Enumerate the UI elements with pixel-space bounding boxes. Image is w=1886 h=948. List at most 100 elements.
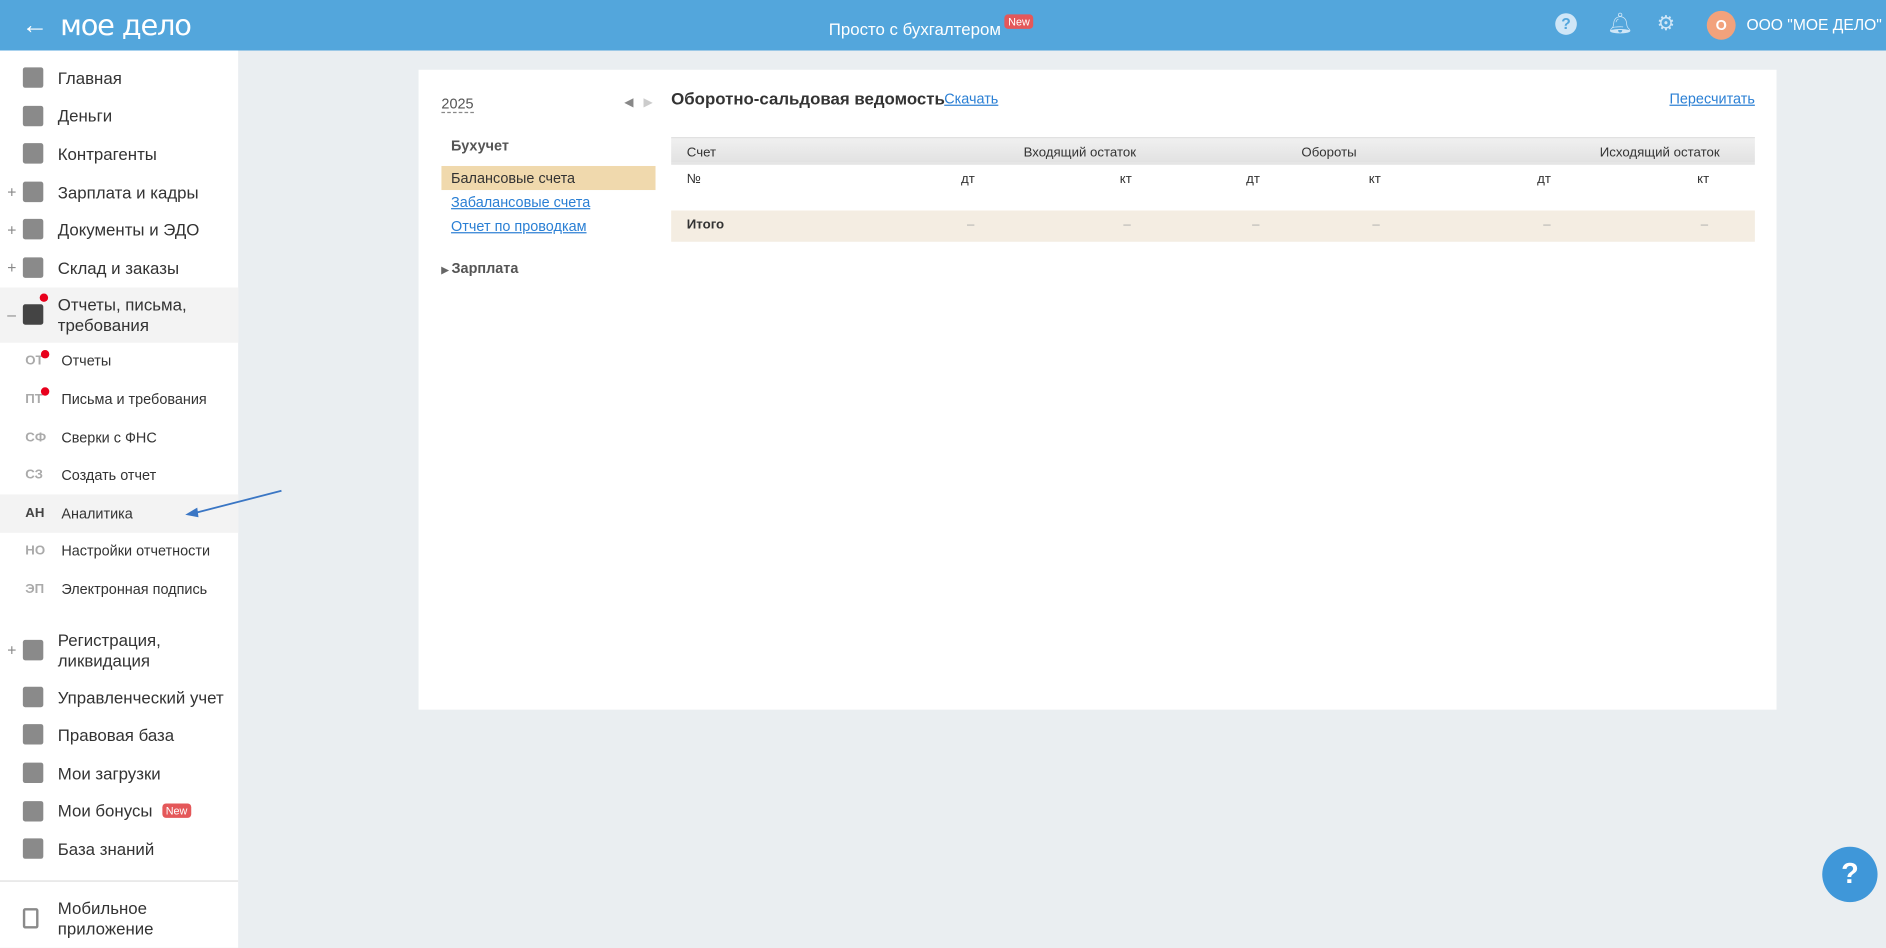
help-chat-button[interactable]: ?: [1822, 846, 1878, 903]
help-icon[interactable]: ?: [1555, 13, 1577, 35]
bell-icon[interactable]: 🔔︎: [1607, 13, 1633, 35]
value: –: [1372, 217, 1380, 233]
new-badge: New: [162, 803, 191, 819]
top-bar: ← мое дело Просто с бухгалтером New ? 🔔︎ …: [0, 0, 1886, 51]
prev-year-icon[interactable]: ◀: [624, 96, 633, 109]
subitem-e-signature[interactable]: ЭП Электронная подпись: [0, 570, 238, 608]
sidebar-item-mobile-app[interactable]: Мобильное приложение: [0, 891, 238, 946]
col-dt: дт: [1246, 172, 1260, 187]
collapse-icon[interactable]: –: [7, 304, 16, 324]
col-dt: дт: [961, 172, 975, 187]
gift-icon: [22, 800, 44, 821]
label: Документы и ЭДО: [57, 220, 200, 240]
abbr: ЭП: [25, 582, 45, 597]
subitem-letters[interactable]: ПТ Письма и требования: [0, 380, 238, 418]
sidebar-item-documents[interactable]: + Документы и ЭДО: [0, 211, 238, 249]
sidebar-item-home[interactable]: Главная: [0, 59, 238, 97]
next-year-icon[interactable]: ▶: [643, 96, 652, 109]
table-subheader: № дт кт дт кт дт кт: [671, 165, 1755, 211]
col-kt: кт: [1697, 172, 1710, 187]
avatar[interactable]: О: [1706, 10, 1736, 40]
recalculate-link[interactable]: Пересчитать: [1669, 90, 1754, 107]
sidebar-item-legal[interactable]: Правовая база: [0, 716, 238, 754]
sidebar-item-bonuses[interactable]: Мои бонусы New: [0, 792, 238, 830]
label: Отчеты: [61, 352, 112, 370]
report-panel: 2025 ◀ ▶ Бухучет Балансовые счета Забала…: [418, 69, 1777, 710]
expand-icon[interactable]: +: [7, 183, 16, 201]
person-icon: [22, 143, 44, 164]
value: –: [1700, 217, 1709, 233]
page-title: Оборотно-сальдовая ведомость: [671, 89, 945, 109]
nav-postings-report[interactable]: Отчет по проводкам: [441, 214, 655, 238]
label: Отчеты, письма, требования: [57, 294, 187, 334]
turnover-table: Счет Входящий остаток Обороты Исходящий …: [671, 137, 1755, 242]
col-opening-balance: Входящий остаток: [1023, 145, 1137, 160]
report-nav: Бухучет Балансовые счета Забалансовые сч…: [441, 137, 656, 277]
org-name[interactable]: ООО "МОЕ ДЕЛО": [1746, 16, 1881, 34]
value: –: [967, 217, 975, 233]
col-closing-balance: Исходящий остаток: [1599, 145, 1720, 160]
sidebar-item-management[interactable]: Управленческий учет: [0, 678, 238, 716]
nav-salary[interactable]: ▶ Зарплата: [441, 260, 655, 277]
sidebar-item-reports[interactable]: – Отчеты, письма, требования: [0, 286, 239, 343]
sidebar-item-downloads[interactable]: Мои загрузки: [0, 754, 238, 792]
value: –: [1123, 217, 1131, 233]
abbr: НО: [25, 544, 46, 559]
folder-icon: [22, 219, 44, 240]
label: Мобильное приложение: [57, 898, 154, 938]
notification-dot: [40, 387, 50, 396]
sidebar-item-knowledge[interactable]: База знаний: [0, 830, 238, 868]
label: Создать отчет: [61, 466, 157, 484]
abbr: АН: [25, 506, 45, 521]
abbr: ПТ: [25, 392, 43, 407]
label: Настройки отчетности: [61, 542, 211, 560]
label: База знаний: [57, 839, 155, 859]
label: Склад и заказы: [57, 258, 180, 278]
annotation-arrow: [185, 489, 282, 518]
sidebar-item-registration[interactable]: + Регистрация, ликвидация: [0, 623, 238, 678]
subitem-reports[interactable]: ОТ Отчеты: [0, 342, 238, 380]
notification-dot: [40, 349, 50, 358]
sidebar-item-money[interactable]: Деньги: [0, 97, 238, 135]
expand-icon[interactable]: +: [7, 221, 16, 239]
wallet-icon: [22, 181, 44, 202]
col-kt: кт: [1119, 172, 1132, 187]
label: Мои бонусы: [57, 801, 153, 821]
total-label: Итого: [686, 217, 725, 233]
report-check-icon: [22, 303, 44, 325]
divider: [0, 880, 239, 882]
expand-icon[interactable]: +: [7, 640, 16, 660]
label: Контрагенты: [57, 144, 157, 164]
center-label: Просто с бухгалтером: [828, 19, 1001, 39]
ruble-doc-icon: [22, 686, 44, 707]
year-selector[interactable]: 2025: [441, 95, 474, 114]
nav-heading: Бухучет: [451, 137, 509, 154]
gear-icon[interactable]: ⚙: [1655, 13, 1677, 35]
sidebar-item-warehouse[interactable]: + Склад и заказы: [0, 249, 238, 287]
simple-with-accountant-link[interactable]: Просто с бухгалтером New: [828, 14, 1034, 39]
label: Аналитика: [61, 504, 133, 522]
subitem-report-settings[interactable]: НО Настройки отчетности: [0, 532, 238, 570]
caret-right-icon: ▶: [441, 264, 452, 276]
label: Мои загрузки: [57, 763, 161, 783]
graduation-cap-icon: [22, 838, 44, 859]
nav-off-balance-accounts[interactable]: Забалансовые счета: [441, 190, 655, 214]
sidebar-item-contractors[interactable]: Контрагенты: [0, 135, 238, 173]
sidebar-item-salary[interactable]: + Зарплата и кадры: [0, 173, 238, 211]
back-arrow-icon[interactable]: ←: [22, 10, 48, 41]
label: Правовая база: [57, 725, 175, 745]
subitem-fns[interactable]: СФ Сверки с ФНС: [0, 418, 238, 456]
value: –: [1543, 217, 1551, 233]
logo[interactable]: мое дело: [60, 8, 192, 42]
nav-balance-accounts[interactable]: Балансовые счета: [441, 165, 656, 191]
notification-dot: [39, 292, 49, 302]
col-account: Счет: [686, 145, 717, 160]
new-badge: New: [1004, 14, 1034, 29]
col-turnover: Обороты: [1301, 145, 1357, 160]
download-link[interactable]: Скачать: [944, 90, 998, 107]
label: Главная: [57, 68, 122, 88]
document-icon: [22, 639, 44, 660]
expand-icon[interactable]: +: [7, 259, 16, 277]
col-kt: кт: [1368, 172, 1381, 187]
label: Электронная подпись: [61, 580, 208, 598]
